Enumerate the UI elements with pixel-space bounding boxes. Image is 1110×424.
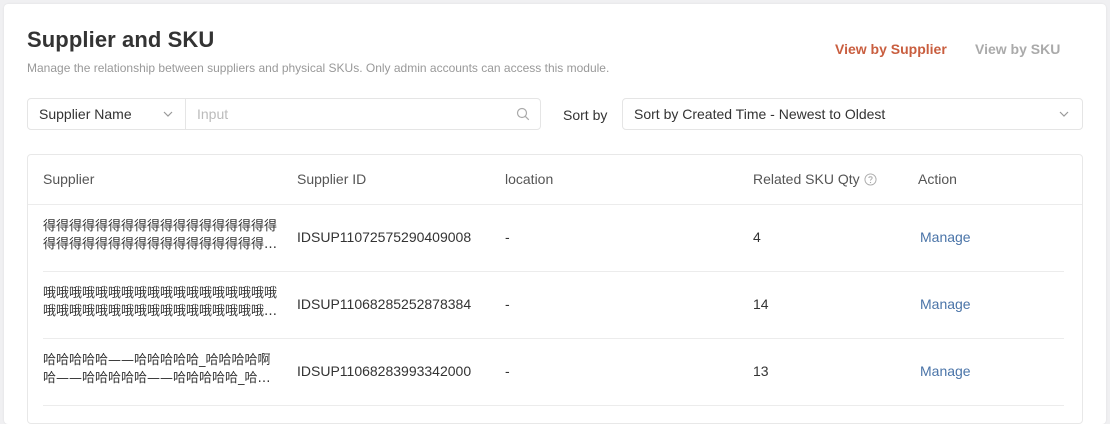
supplier-id-cell: IDSUP11072575290409008 (297, 229, 472, 245)
supplier-table: Supplier Supplier ID location Related SK… (27, 154, 1083, 424)
location-cell: - (505, 229, 510, 245)
location-cell: - (505, 363, 510, 379)
supplier-name-cell: 得得得得得得得得得得得得得得得得得得得得得得得得得得得得得得得得得得得得得得得得… (43, 219, 278, 252)
search-field-select-value: Supplier Name (39, 106, 132, 122)
table-row: 哈哈哈哈哈——哈哈哈哈哈_哈哈哈哈啊哈——哈哈哈哈哈——哈哈哈哈哈_哈哈哈哈 I… (43, 338, 1064, 406)
supplier-name-cell: 哈哈哈哈哈——哈哈哈哈哈_哈哈哈哈啊哈——哈哈哈哈哈——哈哈哈哈哈_哈哈哈哈 (43, 353, 271, 386)
supplier-id-cell: IDSUP11068283993342000 (297, 363, 472, 379)
column-header-supplier: Supplier (43, 171, 95, 187)
sort-select-value: Sort by Created Time - Newest to Oldest (634, 106, 886, 122)
help-circle-icon[interactable] (864, 173, 877, 186)
search-input-wrapper (186, 99, 540, 129)
location-cell: - (505, 296, 510, 312)
related-sku-qty-cell: 4 (753, 229, 761, 245)
table-row: 得得得得得得得得得得得得得得得得得得得得得得得得得得得得得得得得得得得得得得得得… (43, 204, 1064, 272)
view-by-supplier-tab[interactable]: View by Supplier (835, 41, 947, 57)
supplier-id-cell: IDSUP11068285252878384 (297, 296, 472, 312)
column-header-related-sku-qty-label: Related SKU Qty (753, 171, 860, 187)
sort-select[interactable]: Sort by Created Time - Newest to Oldest (622, 98, 1083, 130)
chevron-down-icon (163, 111, 173, 117)
table-row: 哦哦哦哦哦哦哦哦哦哦哦哦哦哦哦哦哦哦哦哦哦哦哦哦哦哦哦哦哦哦哦哦哦哦哦哦哦哦哦哦… (43, 271, 1064, 339)
manage-link[interactable]: Manage (920, 296, 971, 312)
view-by-sku-tab[interactable]: View by SKU (975, 41, 1060, 57)
column-header-supplier-id: Supplier ID (297, 171, 367, 187)
column-header-location: location (505, 171, 554, 187)
search-icon[interactable] (516, 107, 530, 121)
search-filter-group: Supplier Name (27, 98, 541, 130)
manage-link[interactable]: Manage (920, 363, 971, 379)
related-sku-qty-cell: 14 (753, 296, 769, 312)
search-input[interactable] (186, 100, 540, 128)
page-card: Supplier and SKU Manage the relationship… (4, 4, 1106, 424)
supplier-name-cell: 哦哦哦哦哦哦哦哦哦哦哦哦哦哦哦哦哦哦哦哦哦哦哦哦哦哦哦哦哦哦哦哦哦哦哦哦哦哦哦哦 (43, 286, 278, 319)
column-header-related-sku-qty: Related SKU Qty (753, 171, 877, 187)
page-subtitle: Manage the relationship between supplier… (27, 61, 610, 75)
column-header-action: Action (918, 171, 957, 187)
search-field-select[interactable]: Supplier Name (28, 99, 186, 129)
chevron-down-icon (1059, 111, 1069, 117)
table-header: Supplier Supplier ID location Related SK… (28, 155, 1082, 205)
sort-label: Sort by (563, 107, 608, 123)
manage-link[interactable]: Manage (920, 229, 971, 245)
page-title: Supplier and SKU (27, 27, 215, 52)
related-sku-qty-cell: 13 (753, 363, 769, 379)
